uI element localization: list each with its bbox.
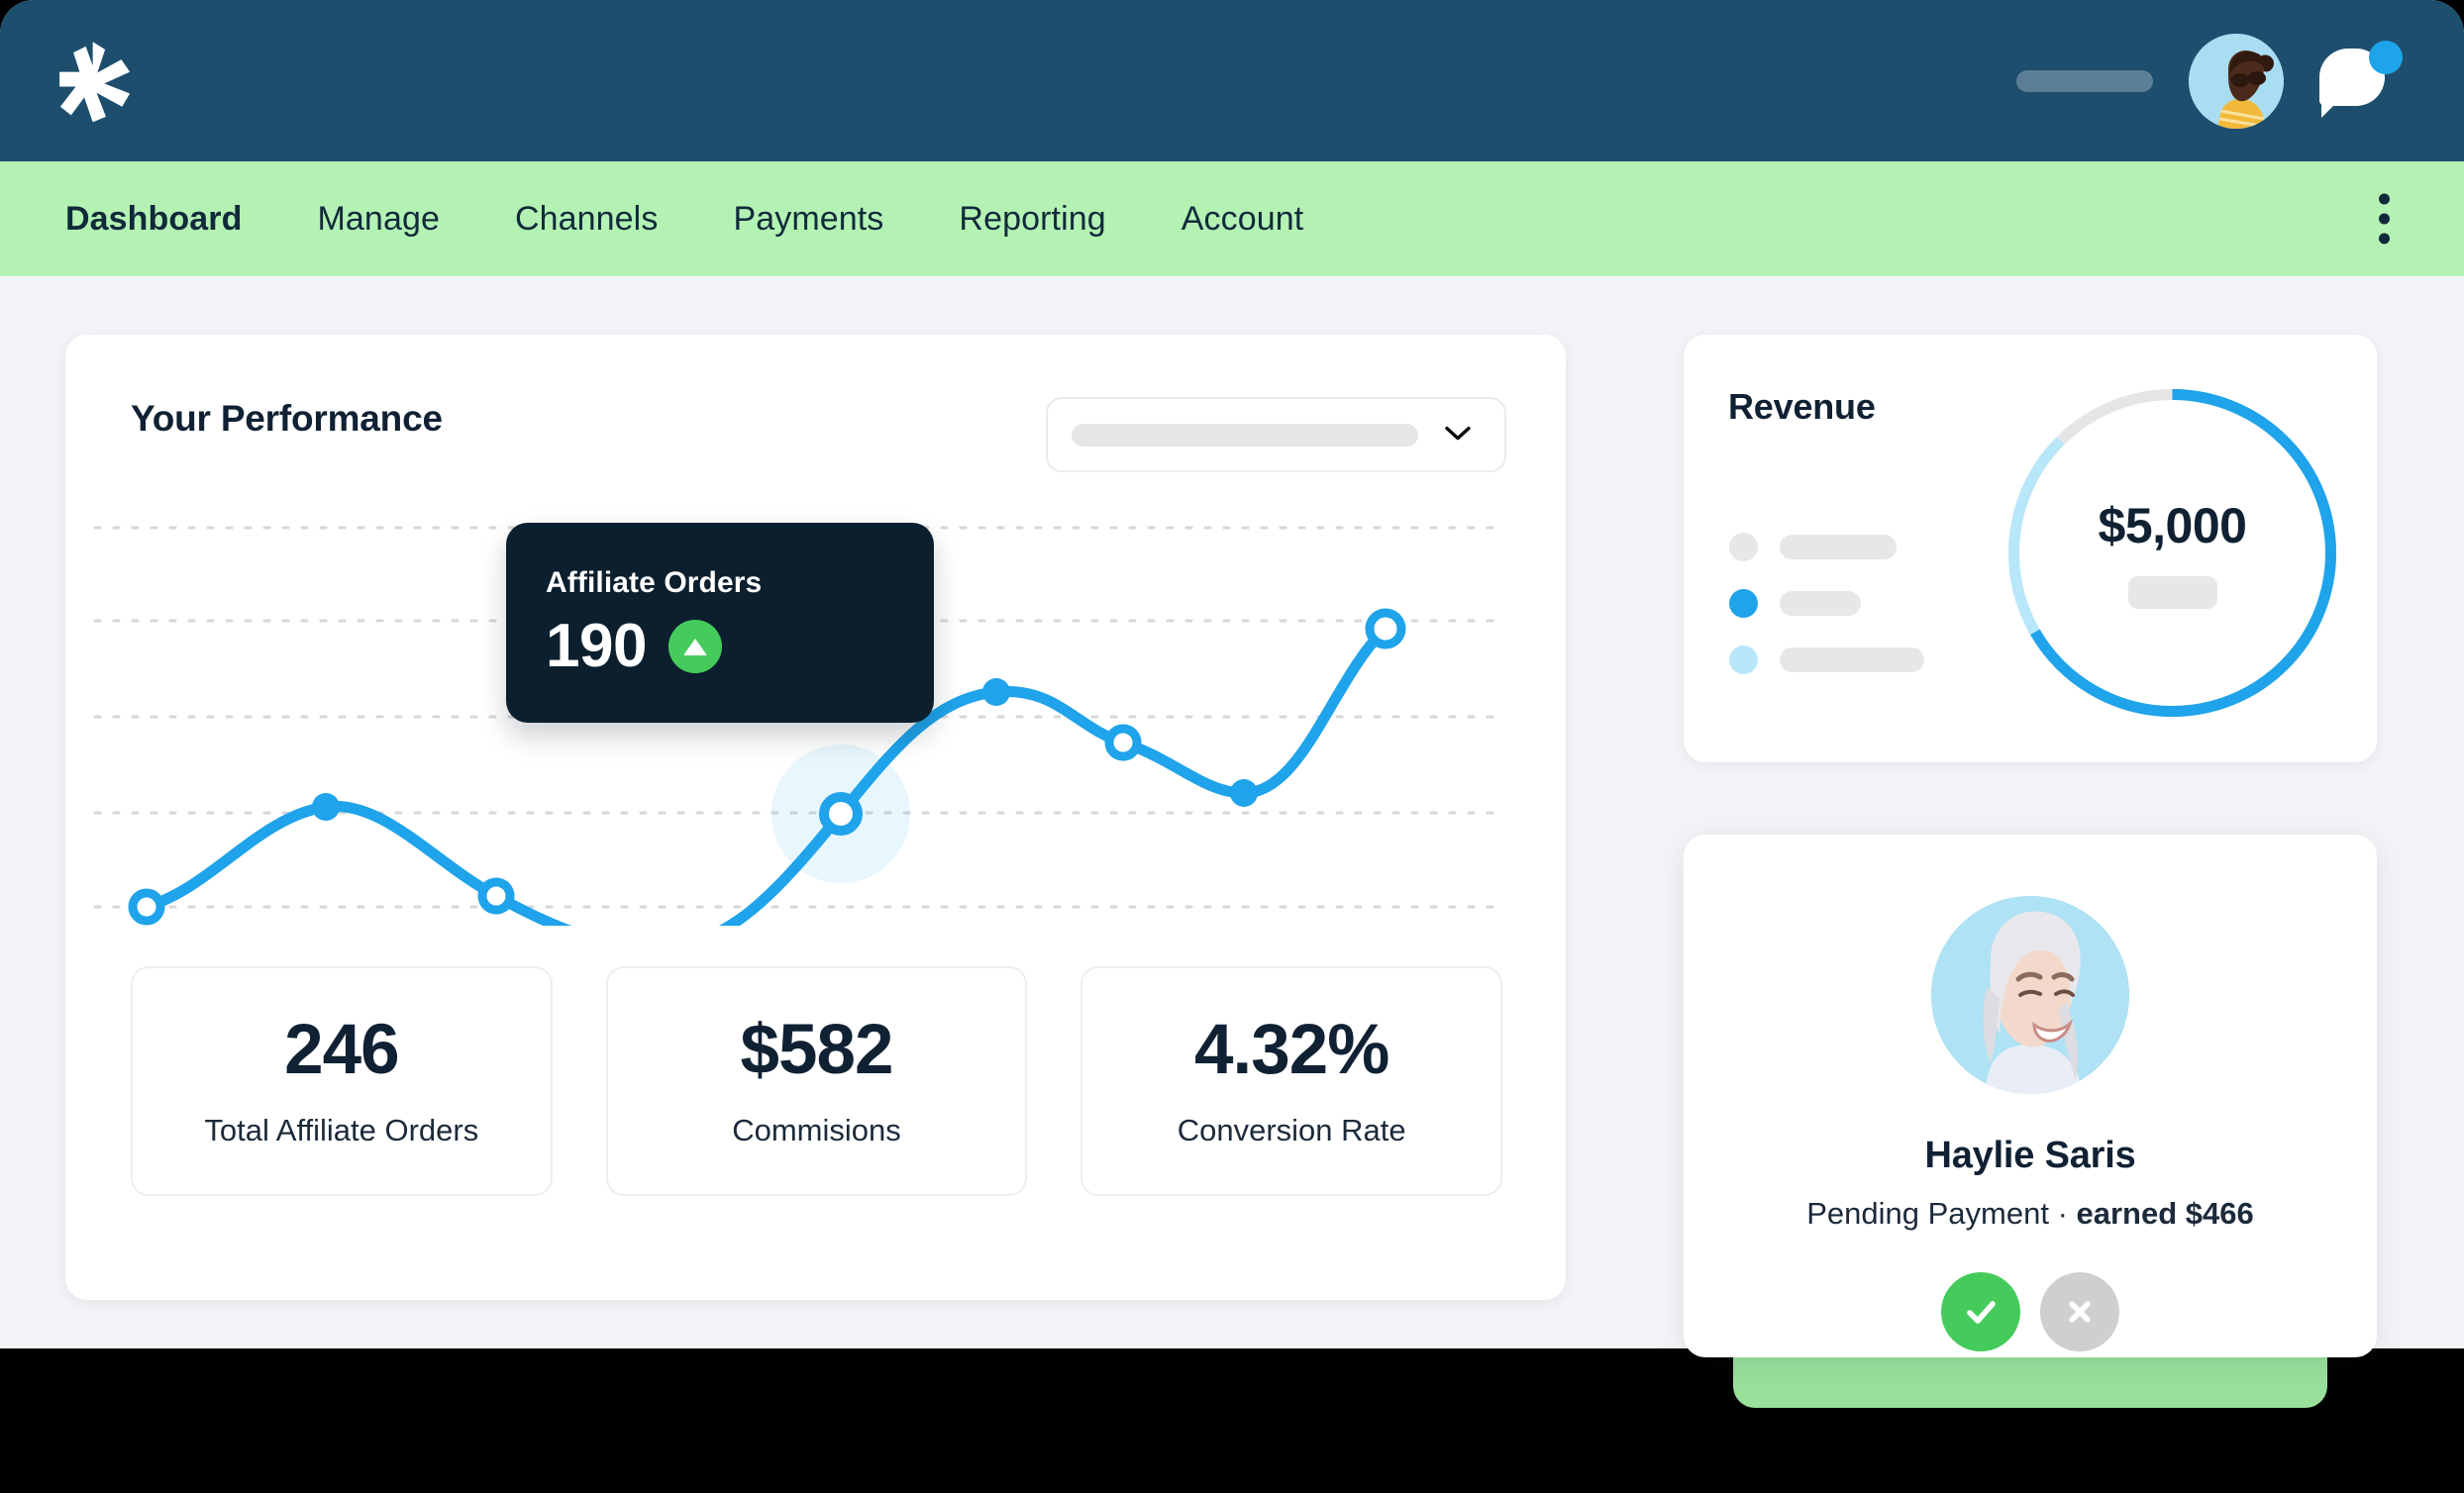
legend-label-placeholder — [1780, 647, 1924, 672]
avatar — [1931, 896, 2129, 1094]
data-point-5-active — [819, 792, 863, 836]
chevron-down-icon — [1445, 426, 1471, 441]
legend-item[interactable] — [1729, 589, 1924, 618]
check-icon — [1967, 1301, 1996, 1324]
revenue-title: Revenue — [1728, 386, 1876, 427]
data-point-7 — [1104, 724, 1142, 761]
donut-center: $5,000 — [2002, 382, 2343, 724]
stat-tile-row: 246 Total Affiliate Orders $582 Commisio… — [131, 966, 1503, 1196]
accept-button[interactable] — [1941, 1272, 2020, 1351]
tooltip-value: 190 — [546, 612, 647, 680]
performance-card: Your Performance Affiliate Orders 190 24… — [65, 335, 1566, 1300]
main-nav: Dashboard Manage Channels Payments Repor… — [0, 161, 2464, 276]
status-earned: earned $466 — [2076, 1196, 2254, 1231]
data-point-3 — [477, 877, 515, 915]
nav-item-list: Dashboard Manage Channels Payments Repor… — [65, 200, 1341, 239]
tooltip-value-row: 190 — [546, 616, 722, 677]
revenue-amount: $5,000 — [2098, 498, 2247, 553]
stat-value: 4.32% — [1194, 1010, 1389, 1089]
stat-tile-conversion-rate[interactable]: 4.32% Conversion Rate — [1080, 966, 1503, 1196]
affiliate-name: Haylie Saris — [1924, 1135, 2136, 1176]
top-bar-right-group — [2016, 0, 2405, 161]
nav-item-reporting[interactable]: Reporting — [921, 200, 1143, 239]
nav-item-payments[interactable]: Payments — [695, 200, 921, 239]
stat-label: Conversion Rate — [1177, 1112, 1406, 1147]
top-bar — [0, 0, 2464, 161]
nav-item-dashboard[interactable]: Dashboard — [65, 200, 280, 239]
stacked-card-peek — [1733, 1356, 2327, 1408]
revenue-subtext-placeholder — [2127, 576, 2217, 609]
legend-label-placeholder — [1780, 535, 1897, 559]
header-placeholder-bar — [2016, 69, 2153, 92]
status-badge: Pending Payment · earned $466 — [1684, 1196, 2377, 1232]
revenue-donut-chart: $5,000 — [2002, 382, 2343, 724]
data-point-8 — [1230, 779, 1258, 807]
data-point-2 — [312, 793, 340, 821]
nav-item-account[interactable]: Account — [1144, 200, 1342, 239]
triangle-up-icon — [667, 620, 722, 673]
stat-label: Total Affiliate Orders — [204, 1112, 479, 1147]
chat-button[interactable] — [2319, 39, 2405, 124]
data-point-6 — [982, 678, 1010, 706]
asterisk-logo-icon[interactable] — [56, 39, 134, 124]
legend-dot — [1729, 589, 1758, 618]
nav-item-manage[interactable]: Manage — [280, 200, 477, 239]
legend-label-placeholder — [1780, 591, 1861, 616]
data-point-1 — [128, 888, 165, 926]
legend-item[interactable] — [1729, 533, 1924, 561]
affiliate-actions — [1684, 1272, 2377, 1351]
avatar[interactable] — [2189, 33, 2284, 129]
stat-tile-commisions[interactable]: $582 Commisions — [605, 966, 1028, 1196]
tooltip-label: Affiliate Orders — [546, 566, 763, 599]
page-title: Your Performance — [131, 398, 443, 439]
close-icon — [2069, 1301, 2091, 1323]
status-prefix: Pending Payment · — [1806, 1196, 2077, 1231]
data-point-9 — [1365, 608, 1406, 649]
legend-item[interactable] — [1729, 646, 1924, 674]
revenue-legend — [1729, 533, 1924, 674]
legend-dot — [1729, 533, 1758, 561]
kebab-menu-icon[interactable] — [2379, 193, 2390, 245]
stat-label: Commisions — [732, 1112, 901, 1147]
revenue-card: Revenue $5,000 — [1684, 335, 2377, 762]
select-value-placeholder — [1072, 423, 1418, 447]
stat-tile-total-affiliate-orders[interactable]: 246 Total Affiliate Orders — [131, 966, 553, 1196]
performance-filter-select[interactable] — [1046, 397, 1506, 472]
reject-button[interactable] — [2040, 1272, 2119, 1351]
notification-dot — [2369, 40, 2403, 74]
legend-dot — [1729, 646, 1758, 674]
stat-value: 246 — [284, 1010, 399, 1089]
pending-affiliate-card: Haylie Saris Pending Payment · earned $4… — [1684, 835, 2377, 1357]
chart-tooltip: Affiliate Orders 190 — [506, 523, 934, 723]
stat-value: $582 — [740, 1010, 894, 1089]
nav-item-channels[interactable]: Channels — [477, 200, 695, 239]
